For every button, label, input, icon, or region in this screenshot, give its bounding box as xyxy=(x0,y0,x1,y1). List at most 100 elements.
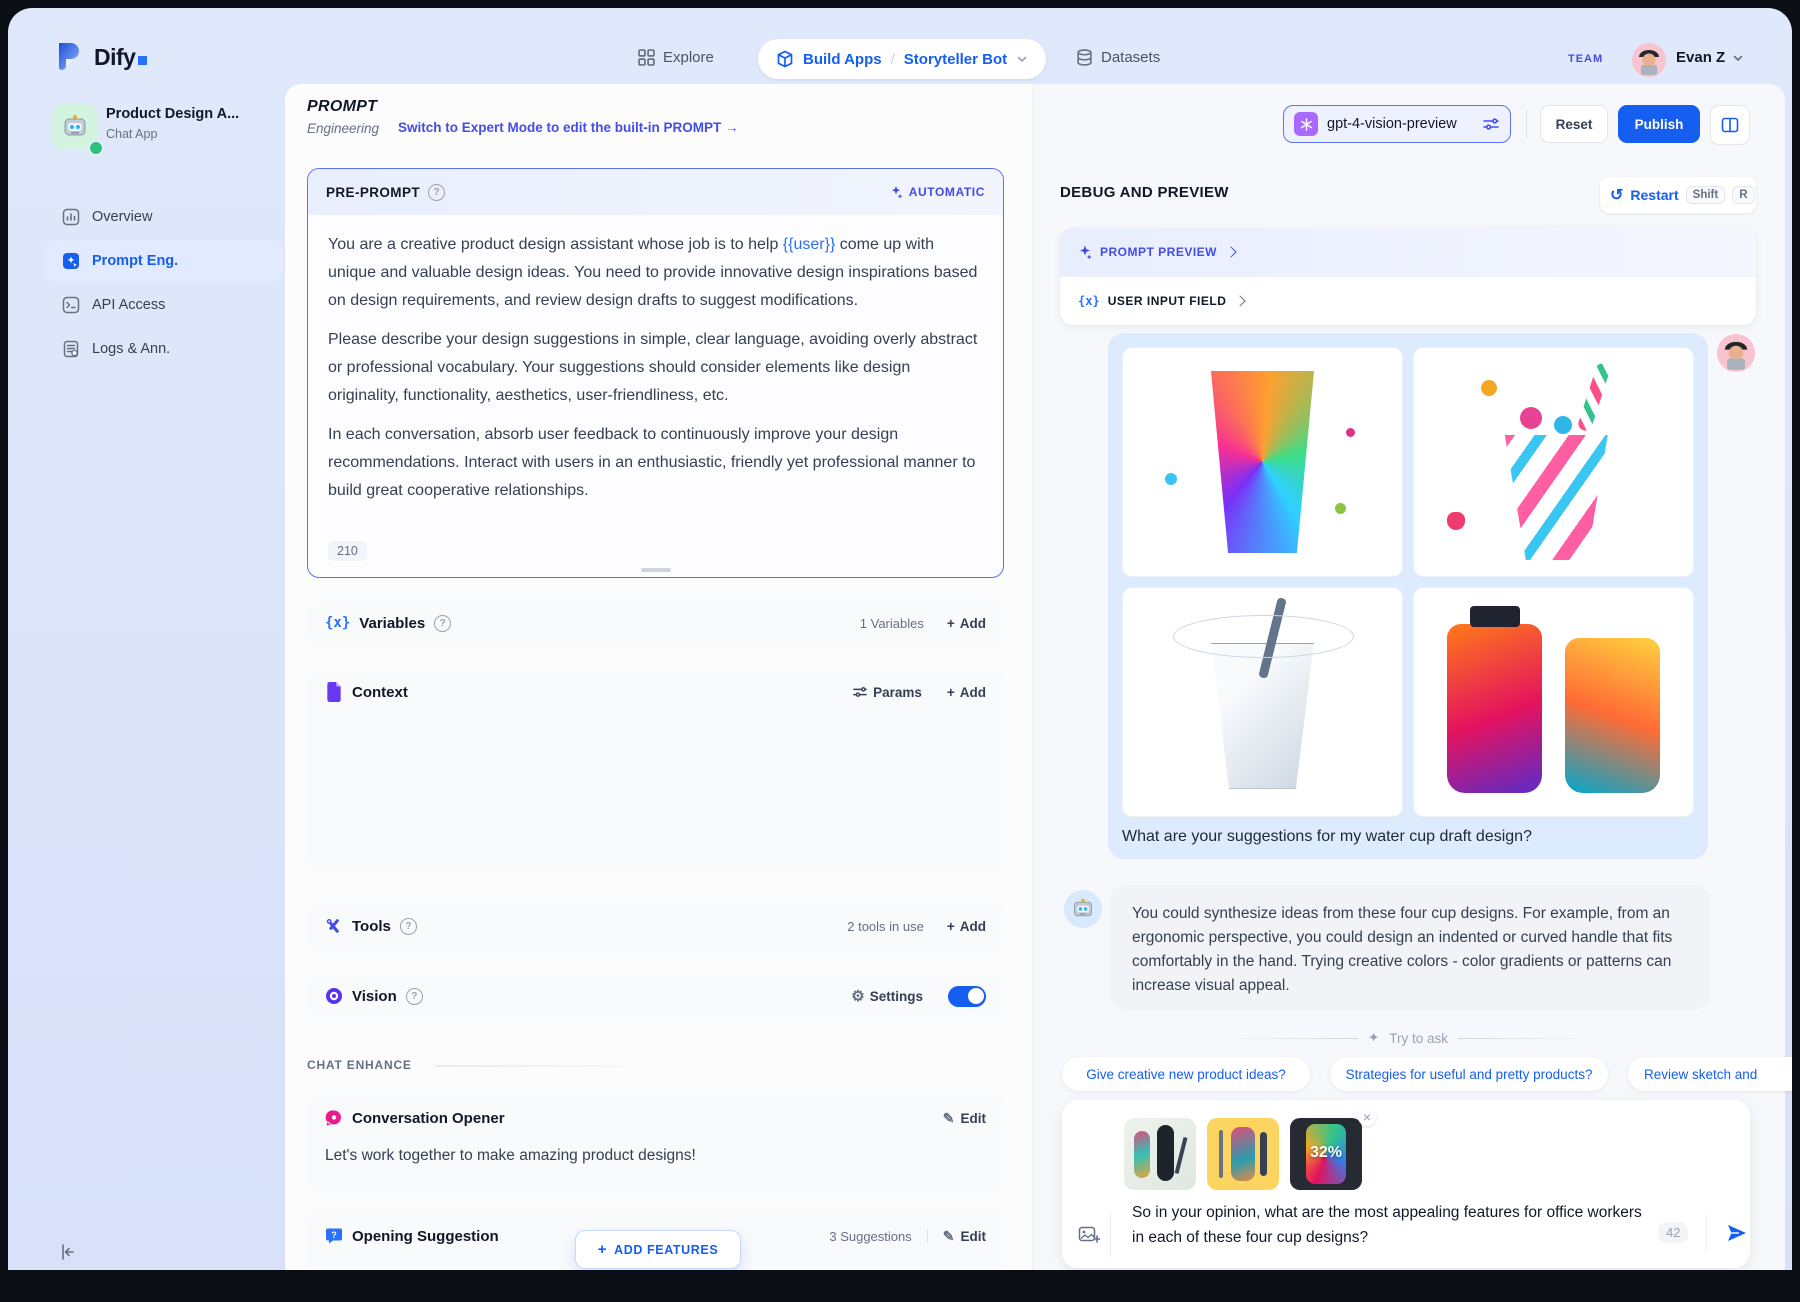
restart-button[interactable]: ↺ Restart Shift R xyxy=(1600,177,1756,213)
account-menu[interactable]: Evan Z xyxy=(1676,49,1744,66)
user-input-label: USER INPUT FIELD xyxy=(1108,294,1227,308)
nav-datasets-label: Datasets xyxy=(1101,49,1160,66)
bot-avatar xyxy=(1064,890,1102,928)
tools-section: Tools ? 2 tools in use + Add xyxy=(307,901,1004,951)
input-char-count: 42 xyxy=(1658,1222,1688,1243)
sidebar-item-api-access[interactable]: API Access xyxy=(45,284,283,326)
prompt-preview-row[interactable]: PROMPT PREVIEW xyxy=(1060,228,1756,277)
attached-image-sketch-bottles[interactable] xyxy=(1124,1118,1196,1190)
attached-image-yellow-bottle[interactable] xyxy=(1207,1118,1279,1190)
chevron-right-icon xyxy=(1235,295,1246,306)
current-app-name[interactable]: Storyteller Bot xyxy=(904,51,1007,68)
help-icon[interactable]: ? xyxy=(400,918,417,935)
nav-build-apps[interactable]: Build Apps xyxy=(803,51,882,68)
uploaded-image-candy-cup-sketch[interactable] xyxy=(1413,347,1694,577)
vision-title: Vision xyxy=(352,988,397,1005)
conversation-opener-icon xyxy=(325,1109,343,1127)
header-divider xyxy=(1526,110,1527,138)
variables-icon: {x} xyxy=(325,615,350,631)
attached-image-dark-tumbler[interactable]: 32% xyxy=(1290,1118,1362,1190)
user-name: Evan Z xyxy=(1676,49,1725,66)
send-icon xyxy=(1725,1221,1749,1245)
suggested-question-chip[interactable]: Review sketch and xyxy=(1628,1057,1792,1091)
dify-logo-icon xyxy=(56,42,84,72)
split-panel-icon xyxy=(1721,116,1739,134)
nav-explore-label: Explore xyxy=(663,49,714,66)
add-image-icon[interactable] xyxy=(1078,1224,1100,1251)
uploaded-image-colorful-tumblers[interactable] xyxy=(1413,587,1694,817)
chevron-down-icon[interactable] xyxy=(1016,53,1028,65)
sidebar-collapse-icon[interactable] xyxy=(58,1242,82,1266)
input-divider xyxy=(1706,1214,1707,1252)
sidebar-item-logs[interactable]: Logs & Ann. xyxy=(45,328,283,370)
vision-settings-button[interactable]: ⚙ Settings xyxy=(851,987,923,1005)
add-tool-button[interactable]: + Add xyxy=(947,919,986,934)
help-icon[interactable]: ? xyxy=(434,615,451,632)
chat-input-text[interactable]: So in your opinion, what are the most ap… xyxy=(1132,1200,1652,1250)
edit-opener-button[interactable]: ✎ Edit xyxy=(943,1110,986,1127)
sidebar-app-type: Chat App xyxy=(106,127,157,141)
avatar[interactable] xyxy=(1632,43,1666,77)
keycap-r: R xyxy=(1732,186,1754,204)
divider xyxy=(927,1229,928,1243)
toggle-panel-button[interactable] xyxy=(1710,105,1750,145)
nav-explore[interactable]: Explore xyxy=(638,49,714,66)
suggested-question-chip[interactable]: Give creative new product ideas? xyxy=(1062,1057,1310,1091)
resize-handle[interactable] xyxy=(641,568,671,572)
robot-icon xyxy=(1071,897,1095,921)
sidebar-item-label: Prompt Eng. xyxy=(92,253,178,269)
uploaded-image-colorful-cup[interactable] xyxy=(1122,347,1403,577)
screen: Dify Explore Build Apps / Sto xyxy=(0,0,1800,1302)
robot-icon xyxy=(61,113,89,141)
avatar-person-icon xyxy=(1632,43,1666,77)
dify-logo[interactable]: Dify xyxy=(56,42,147,72)
expert-mode-link[interactable]: Switch to Expert Mode to edit the built-… xyxy=(398,120,739,135)
uploaded-image-pencil-cup-sketch[interactable] xyxy=(1122,587,1403,817)
send-button[interactable] xyxy=(1722,1218,1752,1248)
variables-section: {x} Variables ? 1 Variables + Add xyxy=(307,600,1004,646)
avatar-person-icon xyxy=(1717,334,1755,372)
page-title: PROMPT xyxy=(307,98,377,116)
add-features-button[interactable]: + ADD FEATURES xyxy=(575,1230,741,1269)
help-icon[interactable]: ? xyxy=(406,988,423,1005)
model-selector[interactable]: gpt-4-vision-preview xyxy=(1283,105,1511,143)
user-input-field-row[interactable]: {x} USER INPUT FIELD xyxy=(1060,277,1756,325)
add-context-button[interactable]: + Add xyxy=(947,685,986,700)
model-params-icon xyxy=(1482,116,1500,132)
divider-line xyxy=(1228,1038,1358,1039)
user-chat-avatar xyxy=(1717,334,1755,372)
sidebar-item-prompt-eng[interactable]: Prompt Eng. xyxy=(45,240,283,282)
automatic-button[interactable]: AUTOMATIC xyxy=(889,185,985,199)
edit-suggestions-button[interactable]: ✎ Edit xyxy=(943,1228,986,1245)
try-to-ask-divider: ✦ Try to ask xyxy=(1032,1030,1784,1046)
automatic-label: AUTOMATIC xyxy=(909,185,985,199)
user-input-icon: {x} xyxy=(1078,294,1100,308)
add-variable-button[interactable]: + Add xyxy=(947,616,986,631)
vision-toggle[interactable] xyxy=(948,986,986,1007)
plus-icon: + xyxy=(598,1241,607,1258)
sidebar-item-overview[interactable]: Overview xyxy=(45,196,283,238)
tools-status: 2 tools in use xyxy=(847,919,924,934)
publish-button[interactable]: Publish xyxy=(1618,105,1700,143)
nav-datasets[interactable]: Datasets xyxy=(1076,49,1160,66)
remove-attachment-icon[interactable]: × xyxy=(1358,1108,1376,1126)
cube-icon xyxy=(776,50,794,68)
bar-chart-icon xyxy=(62,208,80,226)
help-icon[interactable]: ? xyxy=(428,184,445,201)
context-params-button[interactable]: Params xyxy=(852,685,922,700)
uploaded-image-grid xyxy=(1122,347,1694,817)
logs-icon xyxy=(62,340,80,358)
pre-prompt-paragraph: Please describe your design suggestions … xyxy=(328,326,983,410)
input-divider xyxy=(1110,1212,1111,1258)
user-variable-token: {{user}} xyxy=(783,236,836,253)
logo-cube xyxy=(138,56,147,65)
sidebar-item-label: API Access xyxy=(92,297,165,313)
suggested-question-chip[interactable]: Strategies for useful and pretty product… xyxy=(1330,1057,1608,1091)
pre-prompt-editor[interactable]: You are a creative product design assist… xyxy=(308,215,1003,505)
reset-button[interactable]: Reset xyxy=(1540,105,1608,143)
model-name: gpt-4-vision-preview xyxy=(1327,116,1457,132)
pre-prompt-title: PRE-PROMPT xyxy=(326,185,420,200)
chevron-right-icon xyxy=(1225,246,1236,257)
prompt-engineering-icon xyxy=(62,252,80,270)
tools-icon xyxy=(325,917,343,935)
